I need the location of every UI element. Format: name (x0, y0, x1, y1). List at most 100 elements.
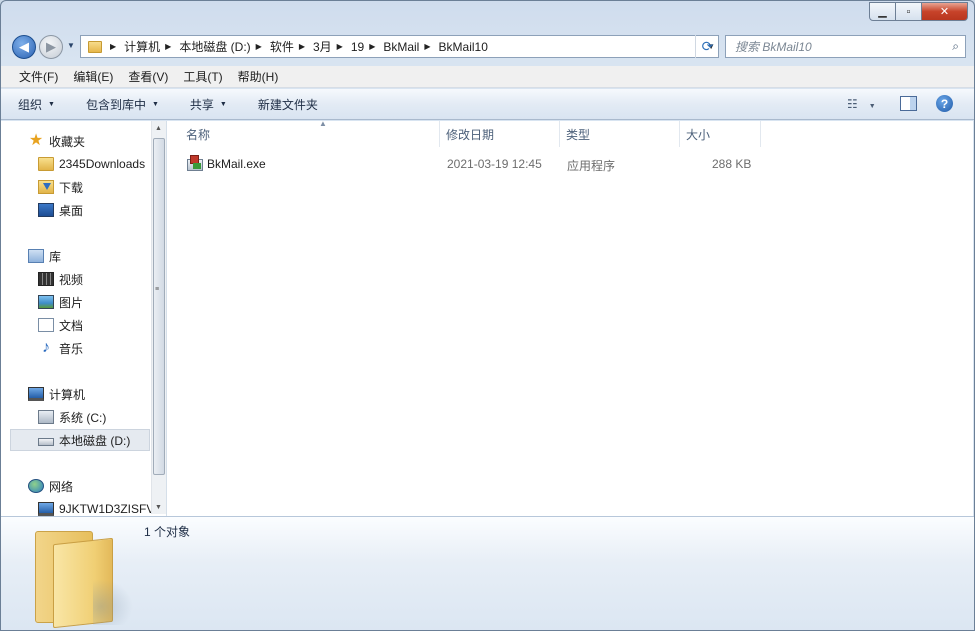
menu-tools[interactable]: 工具(T) (183, 68, 222, 85)
file-name: BkMail.exe (207, 157, 266, 171)
breadcrumb-19[interactable]: 19 (351, 40, 364, 54)
nav-libraries[interactable]: 库 (28, 245, 166, 267)
forward-button[interactable]: ▶ (39, 35, 63, 59)
column-label: 名称 (186, 127, 211, 142)
desktop-icon (38, 203, 54, 217)
menu-edit[interactable]: 编辑(E) (73, 68, 113, 85)
search-input[interactable] (735, 39, 935, 54)
organize-button[interactable]: 组织 ▼ (18, 96, 55, 113)
sort-ascending-icon: ▲ (319, 119, 327, 128)
star-icon: ★ (28, 132, 44, 149)
chevron-right-icon[interactable]: ▶ (299, 42, 305, 51)
downloads-folder-icon (38, 180, 54, 194)
chevron-down-icon: ▼ (151, 100, 159, 108)
nav-computer[interactable]: 计算机 (28, 383, 166, 405)
minimize-button[interactable]: ▁ (869, 2, 896, 21)
breadcrumb: ▶ 计算机 ▶ 本地磁盘 (D:) ▶ 软件 ▶ 3月 ▶ 19 ▶ BkMai… (105, 38, 488, 55)
share-label: 共享 (189, 97, 214, 112)
chevron-right-icon[interactable]: ▶ (424, 42, 430, 51)
refresh-button[interactable]: ⟳ (695, 35, 719, 58)
breadcrumb-computer[interactable]: 计算机 (124, 38, 160, 55)
scroll-up-icon[interactable]: ▲ (155, 125, 162, 132)
breadcrumb-drive-d[interactable]: 本地磁盘 (D:) (179, 38, 250, 55)
window-controls: ▁ ▫ ✕ (869, 2, 968, 21)
organize-label: 组织 (18, 97, 43, 112)
nav-label: 文档 (59, 318, 84, 333)
column-header-size[interactable]: 大小 (681, 121, 761, 147)
folder-large-icon (35, 523, 133, 629)
scroll-down-icon[interactable]: ▼ (155, 504, 162, 511)
breadcrumb-bkmail10[interactable]: BkMail10 (439, 40, 488, 54)
nav-item-videos[interactable]: 视频 (38, 268, 166, 290)
share-button[interactable]: 共享 ▼ (190, 96, 227, 113)
nav-label: 2345Downloads (59, 157, 146, 171)
column-header-modified[interactable]: 修改日期 (441, 121, 560, 147)
menu-file[interactable]: 文件(F) (19, 68, 58, 85)
arrow-right-icon: ▶ (46, 39, 56, 54)
breadcrumb-bkmail[interactable]: BkMail (383, 40, 419, 54)
nav-item-drive-c[interactable]: 系统 (C:) (38, 406, 166, 428)
view-list-icon: ☷ (847, 97, 858, 111)
chevron-down-icon: ▼ (48, 100, 55, 108)
chevron-right-icon[interactable]: ▶ (110, 42, 116, 51)
nav-label: 计算机 (49, 387, 86, 402)
address-bar[interactable]: ▶ 计算机 ▶ 本地磁盘 (D:) ▶ 软件 ▶ 3月 ▶ 19 ▶ BkMai… (80, 35, 719, 58)
search-box[interactable]: ⌕ (725, 35, 966, 58)
menu-view[interactable]: 查看(V) (128, 68, 168, 85)
include-in-library-button[interactable]: 包含到库中 ▼ (86, 96, 159, 113)
menu-bar: 文件(F) 编辑(E) 查看(V) 工具(T) 帮助(H) (1, 66, 974, 88)
details-pane: 1 个对象 (1, 516, 974, 630)
column-label: 大小 (686, 127, 711, 142)
nav-item-music[interactable]: ♪ 音乐 (38, 337, 166, 359)
command-bar: 组织 ▼ 包含到库中 ▼ 共享 ▼ 新建文件夹 ☷ ▼ ? (1, 89, 974, 120)
nav-label: 9JKTW1D3ZISFV (59, 502, 155, 516)
chevron-right-icon[interactable]: ▶ (256, 42, 262, 51)
nav-favorites[interactable]: ★ 收藏夹 (28, 130, 166, 152)
navigation-pane: ★ 收藏夹 2345Downloads 下载 桌面 库 视频 图片 文档 ♪ 音乐 … (1, 121, 167, 516)
nav-label: 下载 (59, 180, 84, 195)
file-modified: 2021-03-19 12:45 (447, 157, 542, 171)
folder-icon (88, 40, 102, 53)
search-icon[interactable]: ⌕ (952, 39, 959, 54)
preview-pane-button[interactable] (900, 96, 917, 111)
column-header-type[interactable]: 类型 (561, 121, 680, 147)
video-icon (38, 272, 54, 286)
file-list: 名称 ▲ 修改日期 类型 大小 BkMail.exe 2021-03-19 12:… (167, 119, 973, 516)
nav-label: 收藏夹 (49, 134, 86, 149)
maximize-button[interactable]: ▫ (896, 2, 922, 21)
breadcrumb-software[interactable]: 软件 (270, 38, 294, 55)
explorer-window: ▁ ▫ ✕ ◀ ▶ ▼ ▶ 计算机 ▶ 本地磁盘 (D:) ▶ 软件 ▶ 3月 … (0, 0, 975, 631)
chevron-right-icon[interactable]: ▶ (337, 42, 343, 51)
back-button[interactable]: ◀ (12, 35, 36, 59)
file-type: 应用程序 (567, 159, 616, 173)
breadcrumb-march[interactable]: 3月 (313, 38, 332, 55)
scrollbar-thumb[interactable] (153, 138, 165, 475)
close-button[interactable]: ✕ (922, 2, 968, 21)
new-folder-button[interactable]: 新建文件夹 (258, 96, 318, 113)
nav-label: 网络 (49, 479, 74, 494)
column-header-name[interactable]: 名称 ▲ (181, 119, 440, 147)
picture-icon (38, 295, 54, 309)
chevron-right-icon[interactable]: ▶ (369, 42, 375, 51)
help-button[interactable]: ? (936, 95, 953, 112)
nav-item-documents[interactable]: 文档 (38, 314, 166, 336)
recent-locations-dropdown[interactable]: ▼ (67, 41, 75, 50)
nav-label: 库 (49, 249, 62, 264)
nav-network[interactable]: 网络 (28, 475, 166, 497)
change-view-button[interactable]: ☷ ▼ (847, 97, 876, 111)
nav-label: 桌面 (59, 203, 84, 218)
chevron-right-icon[interactable]: ▶ (165, 42, 171, 51)
file-row[interactable]: BkMail.exe 2021-03-19 12:45 应用程序 288 KB (181, 154, 781, 176)
grip-icon: ≡ (155, 286, 160, 293)
nav-item-network-pc[interactable]: 9JKTW1D3ZISFV (38, 498, 166, 516)
nav-item-drive-d[interactable]: 本地磁盘 (D:) (10, 429, 150, 451)
menu-help[interactable]: 帮助(H) (238, 68, 279, 85)
nav-item-downloads[interactable]: 下载 (38, 176, 166, 198)
hard-drive-icon (38, 438, 54, 446)
library-icon (28, 249, 44, 263)
chevron-down-icon: ▼ (219, 100, 227, 108)
nav-item-desktop[interactable]: 桌面 (38, 199, 166, 221)
nav-scrollbar[interactable]: ▲ ≡ ▼ (151, 121, 166, 514)
nav-item-2345downloads[interactable]: 2345Downloads (38, 153, 166, 175)
nav-item-pictures[interactable]: 图片 (38, 291, 166, 313)
